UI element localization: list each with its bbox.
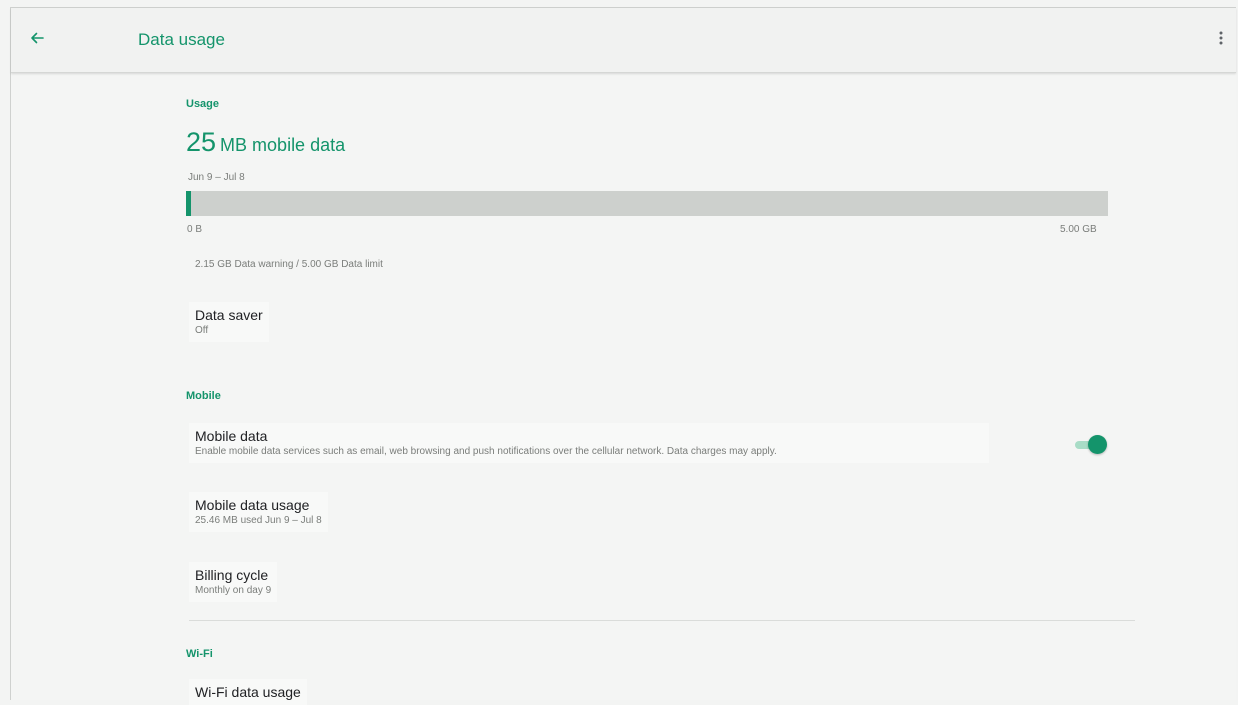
billing-cycle-item[interactable]: Billing cycle Monthly on day 9 [189,562,278,602]
data-saver-title: Data saver [195,307,263,323]
more-vert-icon [1219,31,1223,45]
usage-summary: 25 MB mobile data [186,127,345,158]
toggle-thumb [1088,435,1107,454]
mobile-data-usage-item[interactable]: Mobile data usage 25.46 MB used Jun 9 – … [189,492,328,532]
section-header-wifi: Wi-Fi [186,648,213,660]
wifi-data-usage-title: Wi-Fi data usage [195,684,301,700]
data-warning-limit-text: 2.15 GB Data warning / 5.00 GB Data limi… [195,259,383,270]
data-saver-summary: Off [195,325,209,336]
usage-date-range: Jun 9 – Jul 8 [188,172,245,183]
section-divider [189,620,1135,621]
usage-amount: 25 [186,127,217,157]
mobile-data-item[interactable]: Mobile data Enable mobile data services … [189,423,989,463]
mobile-data-usage-summary: 25.46 MB used Jun 9 – Jul 8 [195,515,322,526]
usage-progress-fill [186,191,191,216]
settings-window: Data usage Usage 25 MB mobile data Jun 9 … [10,7,1236,705]
usage-bar-min-label: 0 B [187,224,203,235]
page-title: Data usage [138,30,225,49]
data-saver-item[interactable]: Data saver Off [189,302,269,342]
mobile-data-title: Mobile data [195,428,268,444]
mobile-data-usage-title: Mobile data usage [195,497,310,513]
back-button[interactable] [23,24,51,52]
mobile-data-toggle[interactable] [1071,433,1107,457]
usage-progress-bar [186,191,1108,216]
usage-unit: MB mobile data [220,135,346,155]
billing-cycle-summary: Monthly on day 9 [195,585,272,596]
section-header-mobile: Mobile [186,390,221,402]
arrow-back-icon [31,32,44,44]
billing-cycle-title: Billing cycle [195,567,269,583]
wifi-data-usage-item[interactable]: Wi-Fi data usage [189,679,307,705]
mobile-data-summary: Enable mobile data services such as emai… [195,446,777,457]
app-bar: Data usage [11,8,1236,73]
more-options-button[interactable] [1210,25,1232,51]
usage-bar-max-label: 5.00 GB [1060,224,1097,235]
section-header-usage: Usage [186,98,220,110]
